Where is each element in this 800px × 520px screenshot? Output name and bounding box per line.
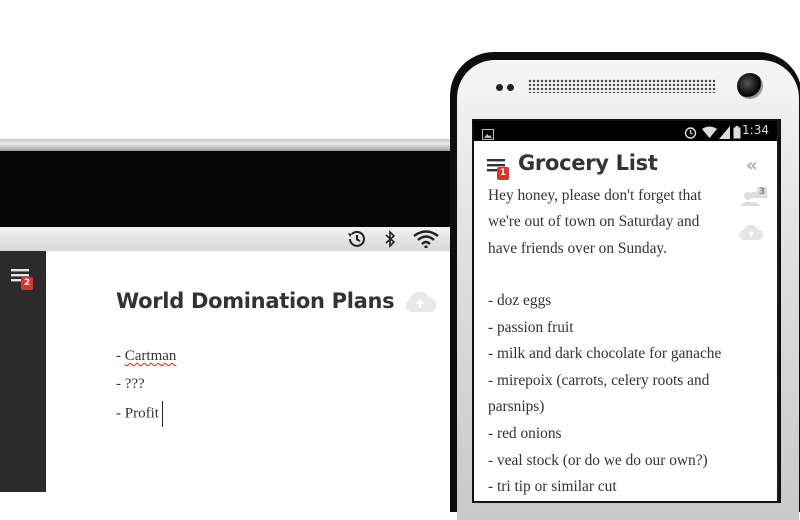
note-line: - tri tip or similar cut <box>488 478 617 495</box>
sensor-dot <box>496 84 503 91</box>
status-time: 1:34 <box>742 123 769 137</box>
cloud-icon <box>738 224 764 245</box>
tablet-bezel <box>0 151 470 227</box>
note-line: parsnips) <box>488 398 545 415</box>
note-line: - milk and dark chocolate for ganache <box>488 345 722 362</box>
tablet-device: 2 World Domination Plans - Cartman - ???… <box>0 139 470 492</box>
note-title[interactable]: World Domination Plans <box>116 289 395 313</box>
note-line: - veal stock (or do we do our own?) <box>488 452 708 469</box>
double-chevron-left-icon[interactable]: « <box>746 155 758 176</box>
note-line: have friends over on Sunday. <box>488 240 667 257</box>
menu-button[interactable]: 2 <box>11 268 37 294</box>
misspelled-word[interactable]: Cartman <box>125 348 177 364</box>
wifi-icon <box>412 230 440 248</box>
tablet-rim <box>0 139 470 151</box>
note-line: Hey honey, please don't forget that <box>488 187 702 204</box>
note-line: - red onions <box>488 425 562 442</box>
phone-speaker-grille <box>528 79 716 93</box>
front-camera <box>737 73 763 99</box>
menu-button[interactable]: 1 <box>487 158 513 184</box>
note-line: - Cartman <box>116 348 177 364</box>
shared-count: 3 <box>758 187 766 197</box>
note-line-last: - Profit <box>116 401 163 427</box>
note-line: we're out of town on Saturday and <box>488 213 700 230</box>
note-line: - ??? <box>116 376 145 392</box>
phone-status-bar: 1:34 <box>474 121 777 141</box>
tablet-sidebar: 2 <box>0 251 46 492</box>
note-line: - doz eggs <box>488 292 552 309</box>
note-title[interactable]: Grocery List <box>518 151 658 175</box>
tablet-note-editor[interactable]: World Domination Plans - Cartman - ??? -… <box>46 251 470 492</box>
history-icon <box>345 230 367 248</box>
notification-badge: 1 <box>497 167 509 180</box>
sensor-dot <box>507 84 514 91</box>
bluetooth-icon <box>383 230 397 248</box>
shared-users-icon[interactable]: 3 <box>739 187 767 211</box>
text-cursor <box>161 401 163 427</box>
tablet-status-bar <box>0 227 470 252</box>
cloud-icon <box>402 291 438 317</box>
phone-note-view[interactable]: 1 Grocery List « 3 Hey honey, please don… <box>474 141 777 501</box>
note-line: - mirepoix (carrots, celery roots and <box>488 372 710 389</box>
note-line: - passion fruit <box>488 319 574 336</box>
notification-badge: 2 <box>21 277 33 290</box>
